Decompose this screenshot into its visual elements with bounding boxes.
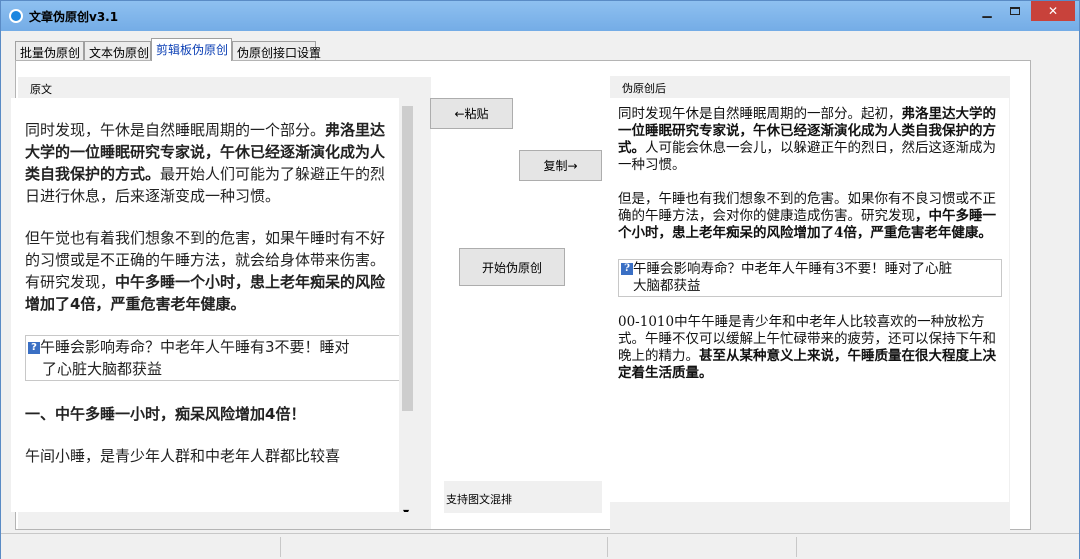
rewritten-paragraph-3: 00-1010中午午睡是青少年和中老年人比较喜欢的一种放松方式。午睡不仅可以缓解… — [618, 314, 996, 381]
scroll-thumb[interactable] — [402, 106, 413, 411]
app-icon — [9, 9, 23, 23]
original-paragraph-1: 同时发现，午休是自然睡眠周期的一个部分。弗洛里达大学的一位睡眠研究专家说，午休已… — [25, 121, 386, 205]
original-label: 原文 — [30, 83, 52, 96]
paste-button[interactable]: ←粘贴 — [430, 98, 513, 129]
copy-button[interactable]: 复制→ — [519, 150, 602, 181]
tab-text-rewrite[interactable]: 文本伪原创 — [84, 41, 151, 61]
original-link-card[interactable]: ? 午睡会影响寿命？中老年人午睡有3不要！睡对 了心脏大脑都获益 — [25, 335, 401, 381]
status-bar — [1, 533, 1079, 559]
title-bar[interactable]: 文章伪原创v3.1 ▁ ✕ — [1, 1, 1079, 31]
maximize-button[interactable] — [1001, 1, 1029, 21]
maximize-icon — [1010, 7, 1020, 15]
original-paragraph-3: 午间小睡，是青少年人群和中老年人群都比较喜 — [25, 447, 341, 465]
close-button[interactable]: ✕ — [1031, 1, 1075, 21]
tab-batch-rewrite[interactable]: 批量伪原创 — [15, 41, 84, 61]
question-mark-icon: ? — [621, 263, 633, 275]
rewritten-paragraph-1: 同时发现午休是自然睡眠周期的一部分。起初，弗洛里达大学的一位睡眠研究专家说，午休… — [618, 106, 996, 173]
rewritten-text-content: 同时发现午休是自然睡眠周期的一部分。起初，弗洛里达大学的一位睡眠研究专家说，午休… — [618, 106, 1002, 399]
status-separator — [280, 537, 281, 557]
original-text-editor[interactable]: 同时发现，午休是自然睡眠周期的一个部分。弗洛里达大学的一位睡眠研究专家说，午休已… — [11, 98, 416, 512]
mixed-content-note: 支持图文混排 — [444, 481, 602, 513]
rewritten-link-card[interactable]: ? 午睡会影响寿命？中老年人午睡有3不要！睡对了心脏 大脑都获益 — [618, 259, 1002, 297]
tab-api-settings[interactable]: 伪原创接口设置 — [232, 41, 321, 61]
start-rewrite-button[interactable]: 开始伪原创 — [459, 248, 565, 286]
app-window: 文章伪原创v3.1 ▁ ✕ 批量伪原创 文本伪原创 剪辑板伪原创 伪原创接口设置… — [0, 0, 1080, 559]
original-scrollbar[interactable]: ▼ — [399, 98, 416, 512]
original-paragraph-2: 但午觉也有着我们想象不到的危害，如果午睡时有不好的习惯或是不正确的午睡方法，就会… — [25, 229, 386, 313]
window-title: 文章伪原创v3.1 — [29, 10, 119, 24]
status-separator — [607, 537, 608, 557]
rewritten-text-editor[interactable]: 同时发现午休是自然睡眠周期的一部分。起初，弗洛里达大学的一位睡眠研究专家说，午休… — [609, 98, 1009, 502]
tab-clipboard-rewrite[interactable]: 剪辑板伪原创 — [151, 38, 232, 61]
scroll-down-arrow-icon[interactable]: ▼ — [403, 502, 409, 512]
question-mark-icon: ? — [28, 342, 40, 354]
original-heading: 一、中午多睡一小时，痴呆风险增加4倍！ — [25, 405, 306, 423]
rewritten-label: 伪原创后 — [622, 82, 666, 95]
original-text-content: 同时发现，午休是自然睡眠周期的一个部分。弗洛里达大学的一位睡眠研究专家说，午休已… — [25, 119, 401, 487]
status-separator — [796, 537, 797, 557]
minimize-button[interactable]: ▁ — [973, 1, 1001, 21]
rewritten-paragraph-2: 但是，午睡也有我们想象不到的危害。如果你有不良习惯或不正确的午睡方法，会对你的健… — [618, 191, 996, 241]
